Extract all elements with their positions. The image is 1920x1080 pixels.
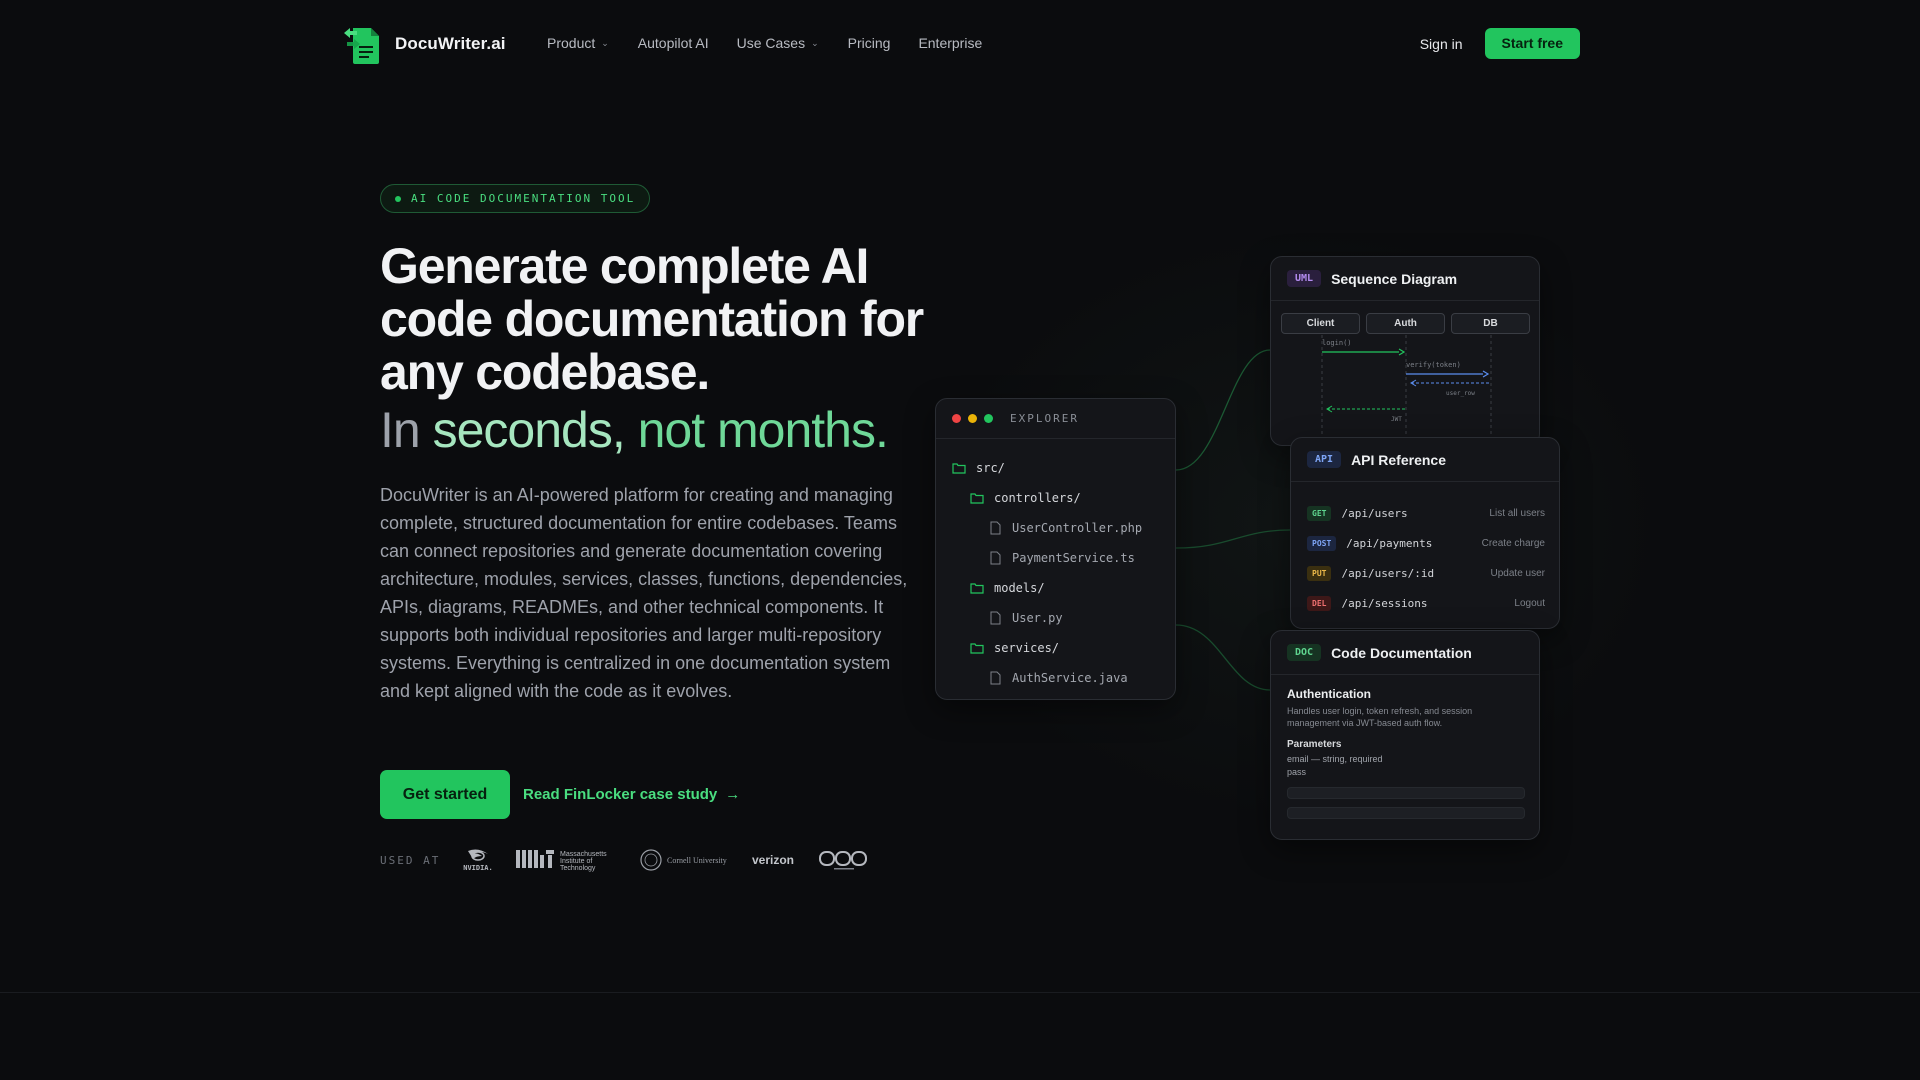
api-row[interactable]: DEL /api/sessions Logout bbox=[1307, 588, 1545, 618]
sequence-diagram-card: UML Sequence Diagram Client Auth DB logi… bbox=[1270, 256, 1540, 447]
file-icon bbox=[990, 521, 1001, 535]
doc-body: Authentication Handles user login, token… bbox=[1287, 687, 1525, 819]
close-dot-icon bbox=[952, 414, 961, 423]
actor-client: Client bbox=[1281, 313, 1360, 334]
minimize-dot-icon bbox=[968, 414, 977, 423]
tree-file[interactable]: UserController.php bbox=[952, 513, 1142, 543]
tree-folder[interactable]: controllers/ bbox=[952, 483, 1142, 513]
method-badge: PUT bbox=[1307, 565, 1332, 581]
tree-file[interactable]: AuthService.java bbox=[952, 663, 1142, 693]
tree-label: UserController.php bbox=[1012, 521, 1143, 535]
file-icon bbox=[990, 671, 1001, 685]
folder-icon bbox=[970, 493, 984, 504]
doc-tag: DOC bbox=[1287, 644, 1322, 661]
tree-file[interactable]: PaymentService.ts bbox=[952, 543, 1142, 573]
api-description: List all users bbox=[1489, 507, 1545, 519]
tree-label: services/ bbox=[994, 641, 1060, 655]
message-label: user_row bbox=[1446, 390, 1475, 397]
section-divider bbox=[0, 992, 1920, 993]
sequence-header: UML Sequence Diagram bbox=[1271, 257, 1539, 301]
message-label: verify(token) bbox=[1406, 361, 1461, 369]
tree-folder[interactable]: src/ bbox=[952, 453, 1142, 483]
api-tag: API bbox=[1307, 451, 1342, 468]
doc-title: Code Documentation bbox=[1331, 644, 1472, 661]
tree-label: PaymentService.ts bbox=[1012, 551, 1135, 565]
api-reference-card: API API Reference GET /api/users List al… bbox=[1290, 437, 1560, 629]
api-row[interactable]: PUT /api/users/:id Update user bbox=[1307, 558, 1545, 588]
api-header: API API Reference bbox=[1291, 438, 1559, 482]
api-description: Logout bbox=[1514, 597, 1545, 609]
tree-label: models/ bbox=[994, 581, 1045, 595]
file-icon bbox=[990, 611, 1001, 625]
tree-label: src/ bbox=[976, 461, 1005, 475]
message-label: login() bbox=[1322, 339, 1352, 347]
sequence-actors: Client Auth DB bbox=[1281, 313, 1530, 334]
actor-auth: Auth bbox=[1366, 313, 1445, 334]
api-path: /api/users bbox=[1341, 506, 1408, 520]
skeleton-line bbox=[1287, 807, 1525, 819]
api-path: /api/payments bbox=[1346, 536, 1433, 550]
api-row[interactable]: POST /api/payments Create charge bbox=[1307, 528, 1545, 558]
tree-label: controllers/ bbox=[994, 491, 1081, 505]
file-tree: src/ controllers/ UserController.php Pay… bbox=[952, 453, 1142, 693]
uml-tag: UML bbox=[1287, 270, 1322, 287]
folder-icon bbox=[952, 463, 966, 474]
api-description: Create charge bbox=[1481, 537, 1545, 549]
doc-header: DOC Code Documentation bbox=[1271, 631, 1539, 675]
doc-paragraph: Handles user login, token refresh, and s… bbox=[1287, 706, 1473, 728]
folder-icon bbox=[970, 643, 984, 654]
message-label: JWT bbox=[1391, 416, 1402, 423]
sequence-lines: login() verify(token) user_row JWT bbox=[1321, 335, 1492, 447]
tree-folder[interactable]: models/ bbox=[952, 573, 1142, 603]
maximize-dot-icon bbox=[984, 414, 993, 423]
folder-icon bbox=[970, 583, 984, 594]
api-title: API Reference bbox=[1351, 451, 1446, 468]
api-path: /api/users/:id bbox=[1341, 566, 1435, 580]
api-path: /api/sessions bbox=[1341, 596, 1428, 610]
sequence-title: Sequence Diagram bbox=[1331, 270, 1458, 287]
file-icon bbox=[990, 551, 1001, 565]
tree-file[interactable]: User.py bbox=[952, 603, 1142, 633]
doc-params-label: Parameters bbox=[1287, 739, 1342, 750]
explorer-title: EXPLORER bbox=[1010, 412, 1079, 425]
doc-param: email — string, required bbox=[1287, 754, 1383, 764]
tree-label: AuthService.java bbox=[1012, 671, 1128, 685]
tree-folder[interactable]: services/ bbox=[952, 633, 1142, 663]
tree-label: User.py bbox=[1012, 611, 1063, 625]
api-endpoint-list: GET /api/users List all users POST /api/… bbox=[1307, 498, 1545, 618]
api-description: Update user bbox=[1490, 567, 1545, 579]
doc-heading: Authentication bbox=[1287, 687, 1371, 701]
explorer-card: EXPLORER src/ controllers/ UserControlle… bbox=[935, 398, 1176, 700]
code-documentation-card: DOC Code Documentation Authentication Ha… bbox=[1270, 630, 1540, 840]
method-badge: POST bbox=[1307, 535, 1337, 551]
method-badge: DEL bbox=[1307, 595, 1332, 611]
actor-db: DB bbox=[1451, 313, 1530, 334]
skeleton-line bbox=[1287, 787, 1525, 799]
method-badge: GET bbox=[1307, 505, 1332, 521]
api-row[interactable]: GET /api/users List all users bbox=[1307, 498, 1545, 528]
explorer-header: EXPLORER bbox=[936, 399, 1175, 439]
doc-param: pass bbox=[1287, 767, 1307, 777]
